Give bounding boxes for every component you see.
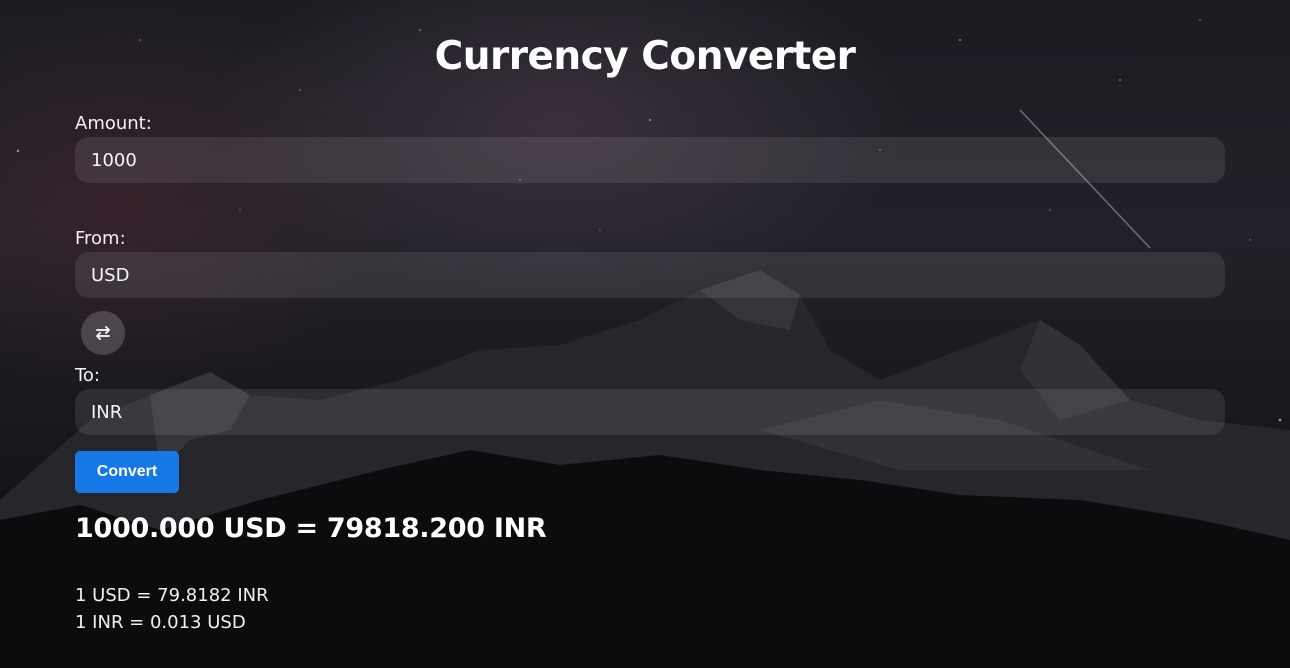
from-label: From:: [75, 228, 126, 249]
from-currency-select[interactable]: USD: [75, 252, 1225, 298]
convert-button[interactable]: Convert: [75, 451, 179, 493]
reverse-rate: 1 INR = 0.013 USD: [75, 612, 246, 633]
conversion-result: 1000.000 USD = 79818.200 INR: [75, 513, 547, 544]
amount-label: Amount:: [75, 113, 152, 134]
to-label: To:: [75, 365, 101, 386]
forward-rate: 1 USD = 79.8182 INR: [75, 585, 269, 606]
swap-currencies-button[interactable]: [81, 311, 125, 355]
page-title: Currency Converter: [434, 34, 856, 79]
currency-converter-app: Currency Converter Amount: 1000 From: US…: [0, 0, 1290, 668]
to-currency-select[interactable]: INR: [75, 389, 1225, 435]
swap-arrows-icon: [94, 326, 112, 340]
amount-input[interactable]: 1000: [75, 137, 1225, 183]
